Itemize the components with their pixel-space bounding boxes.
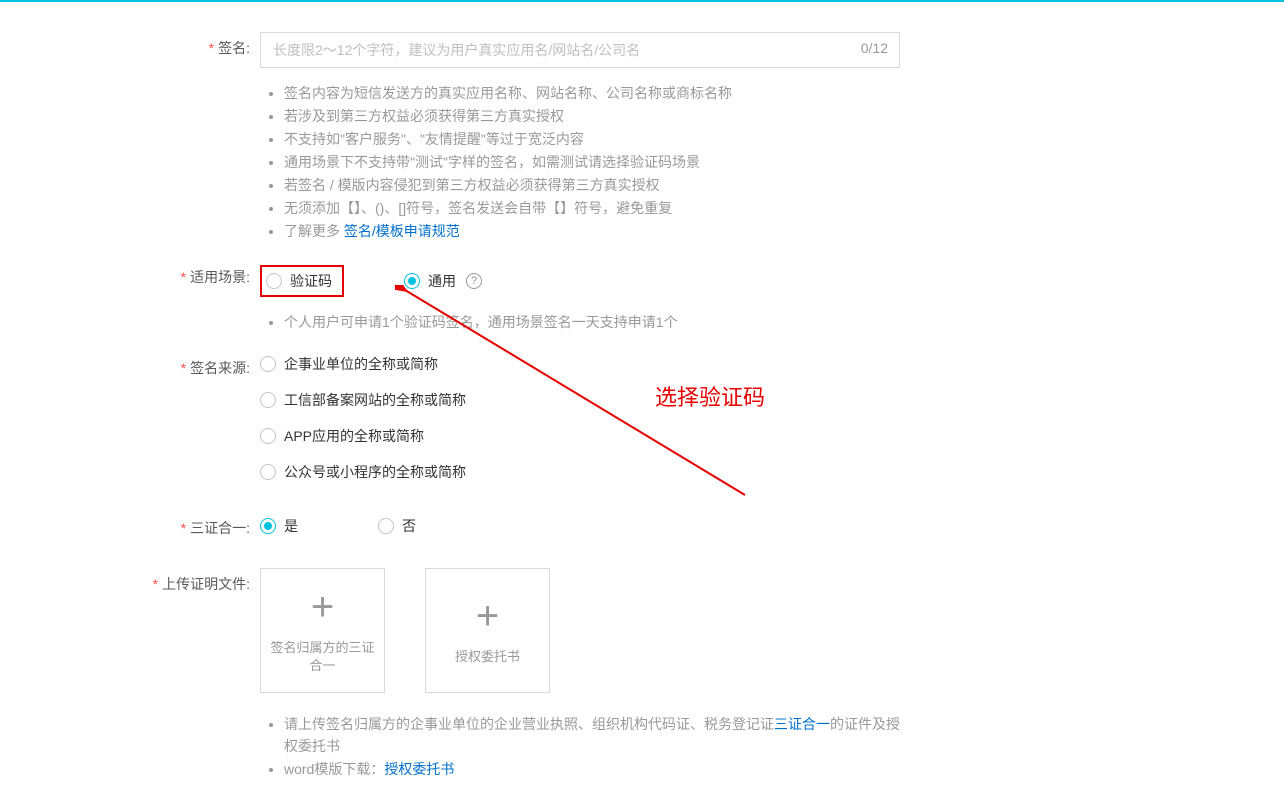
link-signature-spec[interactable]: 签名/模板申请规范 xyxy=(344,223,460,239)
help-icon[interactable]: ? xyxy=(466,273,482,289)
radio-icon xyxy=(260,518,276,534)
required-asterisk: * xyxy=(181,520,186,536)
required-asterisk: * xyxy=(209,40,214,56)
plus-icon: + xyxy=(476,596,499,636)
scene-hints: 个人用户可申请1个验证码签名，通用场景签名一天支持申请1个 xyxy=(260,311,1140,333)
row-scene: *适用场景: 验证码 通用 ? 个人用户可申请1个验证码签名，通用场景签名一天支… xyxy=(140,261,1140,334)
radio-icon xyxy=(260,428,276,444)
upload-hints: 请上传签名归属方的企事业单位的企业营业执照、组织机构代码证、税务登记证三证合一的… xyxy=(260,713,900,780)
signature-hints: 签名内容为短信发送方的真实应用名称、网站名称、公司名称或商标名称 若涉及到第三方… xyxy=(260,82,1140,242)
radio-icon xyxy=(266,273,282,289)
radio-icon xyxy=(404,273,420,289)
link-three-cert[interactable]: 三证合一 xyxy=(774,716,830,732)
annotation-text: 选择验证码 xyxy=(655,380,765,412)
radio-scene-general[interactable]: 通用 ? xyxy=(404,265,482,297)
required-asterisk: * xyxy=(181,360,186,376)
radio-icon xyxy=(260,392,276,408)
char-counter: 0/12 xyxy=(848,40,888,56)
signature-input[interactable] xyxy=(260,32,900,68)
label-three-cert: *三证合一: xyxy=(140,512,260,538)
label-upload: *上传证明文件: xyxy=(140,568,260,594)
highlight-box-verify: 验证码 xyxy=(260,265,344,297)
label-signature: *签名: xyxy=(140,32,260,58)
label-source: *签名来源: xyxy=(140,352,260,378)
radio-icon xyxy=(260,464,276,480)
row-upload: *上传证明文件: + 签名归属方的三证合一 + 授权委托书 请上传签名归属方的企… xyxy=(140,568,1140,781)
row-three-cert: *三证合一: 是 否 xyxy=(140,512,1140,538)
radio-threecert-no[interactable]: 否 xyxy=(378,516,416,536)
radio-source-enterprise[interactable]: 企事业单位的全称或简称 xyxy=(260,354,1140,374)
radio-scene-verify[interactable]: 验证码 xyxy=(266,271,332,291)
radio-threecert-yes[interactable]: 是 xyxy=(260,516,298,536)
row-source: *签名来源: 企事业单位的全称或简称 工信部备案网站的全称或简称 APP应用的全… xyxy=(140,352,1140,482)
radio-icon xyxy=(260,356,276,372)
radio-icon xyxy=(378,518,394,534)
upload-three-cert[interactable]: + 签名归属方的三证合一 xyxy=(260,568,385,693)
label-scene: *适用场景: xyxy=(140,261,260,287)
required-asterisk: * xyxy=(153,576,158,592)
upload-auth-letter[interactable]: + 授权委托书 xyxy=(425,568,550,693)
plus-icon: + xyxy=(311,587,334,627)
radio-source-wechat[interactable]: 公众号或小程序的全称或简称 xyxy=(260,462,1140,482)
link-word-template[interactable]: 授权委托书 xyxy=(384,761,454,777)
radio-source-app[interactable]: APP应用的全称或简称 xyxy=(260,426,1140,446)
row-signature: *签名: 0/12 签名内容为短信发送方的真实应用名称、网站名称、公司名称或商标… xyxy=(140,32,1140,243)
required-asterisk: * xyxy=(181,269,186,285)
